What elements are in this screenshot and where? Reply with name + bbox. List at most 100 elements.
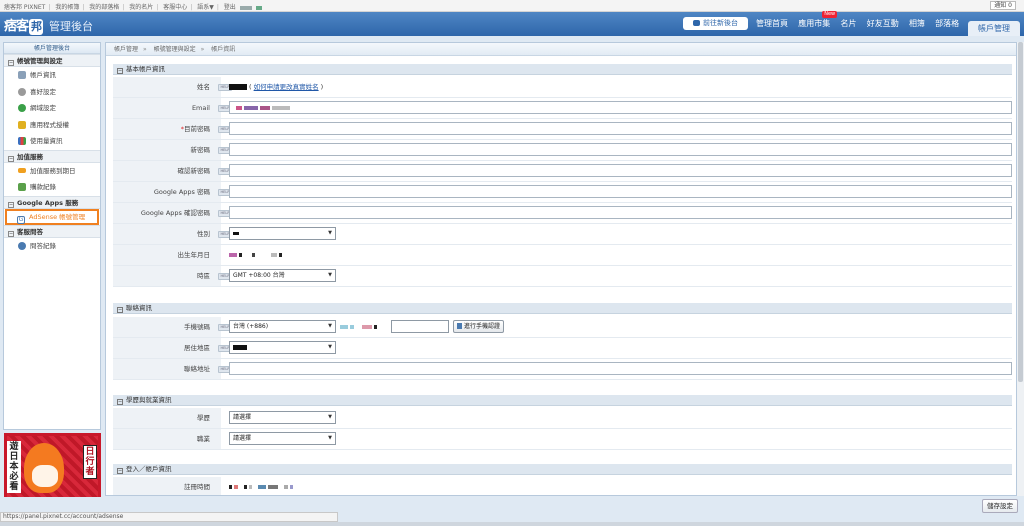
- tab-account-management[interactable]: 帳戶管理: [968, 21, 1020, 36]
- job-select[interactable]: 請選擇 ▼: [229, 432, 336, 445]
- top-link-bar: 痞客邦 PIXNET | 我的帳簿 | 我的部落格 | 我的名片 | 客服中心 | 語系▼…: [0, 0, 1024, 12]
- goto-new-panel-button[interactable]: 前往新後台: [683, 17, 748, 30]
- redacted-date: [284, 485, 288, 489]
- sidebar: 帳戶管理後台 − 帳號管理與設定 帳戶資訊 喜好設定 網域設定 應用程式授權 使用…: [3, 42, 101, 430]
- timezone-select[interactable]: GMT +08:00 台灣 ▼: [229, 269, 336, 282]
- address-field[interactable]: [229, 362, 1012, 375]
- field-label: Google Apps 密碼: [153, 188, 210, 196]
- redacted-email: [260, 105, 270, 110]
- nav-home[interactable]: 管理首頁: [756, 18, 788, 29]
- section-basic-header[interactable]: − 基本帳戶資訊: [113, 64, 1012, 75]
- confirm-password-field[interactable]: [229, 164, 1012, 177]
- name-label: 姓名 HELP: [113, 77, 232, 97]
- address-label: 聯絡地址 HELP: [113, 359, 232, 379]
- field-label: 新密碼: [190, 146, 211, 154]
- redacted-username: [255, 5, 262, 10]
- section-contact-header[interactable]: − 聯絡資訊: [113, 303, 1012, 314]
- field-label: 手機號碼: [184, 323, 210, 331]
- phone-number-field[interactable]: [391, 320, 449, 333]
- gapps-confirm-field[interactable]: [229, 206, 1012, 219]
- sidebar-group-support[interactable]: − 客服問答: [4, 225, 100, 238]
- row-timezone: 時區 HELP GMT +08:00 台灣 ▼: [113, 266, 1012, 287]
- toplink-pixnet[interactable]: 痞客邦 PIXNET: [4, 4, 45, 11]
- nav-card[interactable]: 名片: [840, 18, 856, 29]
- chevron-down-icon: ▼: [328, 272, 332, 278]
- gapps-password-field[interactable]: [229, 185, 1012, 198]
- current-password-field[interactable]: [229, 122, 1012, 135]
- section-education-header[interactable]: − 學歷與就業資訊: [113, 395, 1012, 406]
- gender-select[interactable]: ▼: [229, 227, 336, 240]
- sidebar-group-addon[interactable]: − 加值服務: [4, 149, 100, 163]
- sidebar-item-qa-history[interactable]: 問答紀錄: [4, 238, 100, 255]
- nav-blog[interactable]: 部落格: [935, 18, 959, 29]
- help-circle-icon: [18, 242, 26, 250]
- toplink-card[interactable]: 我的名片: [129, 4, 153, 11]
- gear-icon: [18, 87, 26, 96]
- section-title: 基本帳戶資訊: [126, 65, 165, 73]
- pixnet-logo[interactable]: 痞客邦管理後台: [4, 15, 93, 35]
- degree-select[interactable]: 請選擇 ▼: [229, 411, 336, 424]
- sidebar-group-label: Google Apps 服務: [17, 198, 79, 207]
- horizontal-scrollbar[interactable]: [0, 522, 1024, 526]
- email-field[interactable]: [229, 101, 1012, 114]
- chevron-down-icon: ▼: [328, 414, 332, 420]
- nav-friends[interactable]: 好友互動: [867, 18, 899, 29]
- sidebar-group-google-apps[interactable]: − Google Apps 服務: [4, 195, 100, 209]
- notification-button[interactable]: 通知 0: [990, 1, 1016, 10]
- row-current-password: *目前密碼 HELP: [113, 119, 1012, 140]
- sidebar-item-label: 購款紀錄: [30, 183, 56, 191]
- row-new-password: 新密碼 HELP: [113, 140, 1012, 161]
- browser-status-url: https://panel.pixnet.cc/account/adsense: [0, 512, 338, 522]
- row-register-time: 註冊時間: [113, 477, 1012, 495]
- sidebar-group-account[interactable]: − 帳號管理與設定: [4, 54, 100, 67]
- sidebar-item-domain[interactable]: 網域設定: [4, 100, 100, 117]
- collapse-icon: −: [117, 468, 123, 474]
- row-gapps-confirm: Google Apps 確認密碼 HELP: [113, 203, 1012, 224]
- logo-text: 痞客: [4, 19, 29, 34]
- key-icon: [18, 120, 26, 129]
- sidebar-item-adsense[interactable]: G AdSense 帳號管理: [5, 208, 99, 225]
- nav-album[interactable]: 相簿: [909, 18, 925, 29]
- field-label: 職業: [197, 435, 210, 443]
- scrollbar-thumb[interactable]: [1018, 42, 1023, 382]
- redacted-email: [272, 105, 290, 110]
- collapse-icon: −: [8, 201, 14, 208]
- new-password-field[interactable]: [229, 143, 1012, 156]
- sidebar-item-app-auth[interactable]: 應用程式授權: [4, 117, 100, 134]
- toplink-logout[interactable]: 登出: [224, 4, 236, 11]
- collapse-icon: −: [8, 231, 14, 237]
- section-login-header[interactable]: − 登入／帳戶資訊: [113, 464, 1012, 475]
- region-select[interactable]: ▼: [229, 341, 336, 354]
- toplink-ledger[interactable]: 我的帳簿: [55, 4, 79, 11]
- toplink-support[interactable]: 客服中心: [163, 4, 187, 11]
- breadcrumb-item[interactable]: 帳號管理與設定: [154, 46, 196, 53]
- change-name-link[interactable]: 如何申請更改真實姓名: [254, 83, 319, 91]
- sidebar-item-preferences[interactable]: 喜好設定: [4, 84, 100, 101]
- redacted-email: [244, 105, 258, 110]
- gender-label: 性別 HELP: [113, 224, 232, 244]
- breadcrumb-item: 帳戶資訊: [211, 46, 236, 53]
- sidebar-item-account-info[interactable]: 帳戶資訊: [4, 67, 100, 84]
- sidebar-item-usage[interactable]: 使用量資訊: [4, 133, 100, 150]
- phone-country-select[interactable]: 台灣 (+886) ▼: [229, 320, 336, 333]
- breadcrumb-item[interactable]: 帳戶管理: [114, 46, 138, 53]
- sidebar-group-label: 帳號管理與設定: [17, 57, 63, 65]
- sidebar-item-addon-expiry[interactable]: 加值服務到期日: [4, 163, 100, 180]
- sidebar-item-purchase-history[interactable]: 購款紀錄: [4, 179, 100, 196]
- redacted-username: [239, 5, 252, 10]
- job-label: 職業: [113, 429, 221, 449]
- save-settings-button[interactable]: 儲存設定: [982, 499, 1018, 513]
- verify-phone-button[interactable]: 進行手機認證: [453, 320, 505, 333]
- redacted-name: [229, 84, 247, 90]
- redacted-phone: [362, 325, 372, 329]
- birthday-value: [229, 245, 284, 265]
- breadcrumb: 帳戶管理» 帳號管理與設定» 帳戶資訊: [106, 43, 1016, 56]
- vertical-scrollbar[interactable]: [1017, 42, 1024, 496]
- google-icon: G: [17, 215, 25, 224]
- section-title: 學歷與就業資訊: [126, 396, 172, 404]
- toplink-blog[interactable]: 我的部落格: [89, 4, 119, 11]
- toplink-language[interactable]: 語系▼: [197, 4, 214, 11]
- nav-app-market[interactable]: 應用市集 New: [798, 11, 838, 29]
- field-label: 註冊時間: [184, 483, 210, 491]
- sidebar-item-label: 加值服務到期日: [30, 166, 76, 175]
